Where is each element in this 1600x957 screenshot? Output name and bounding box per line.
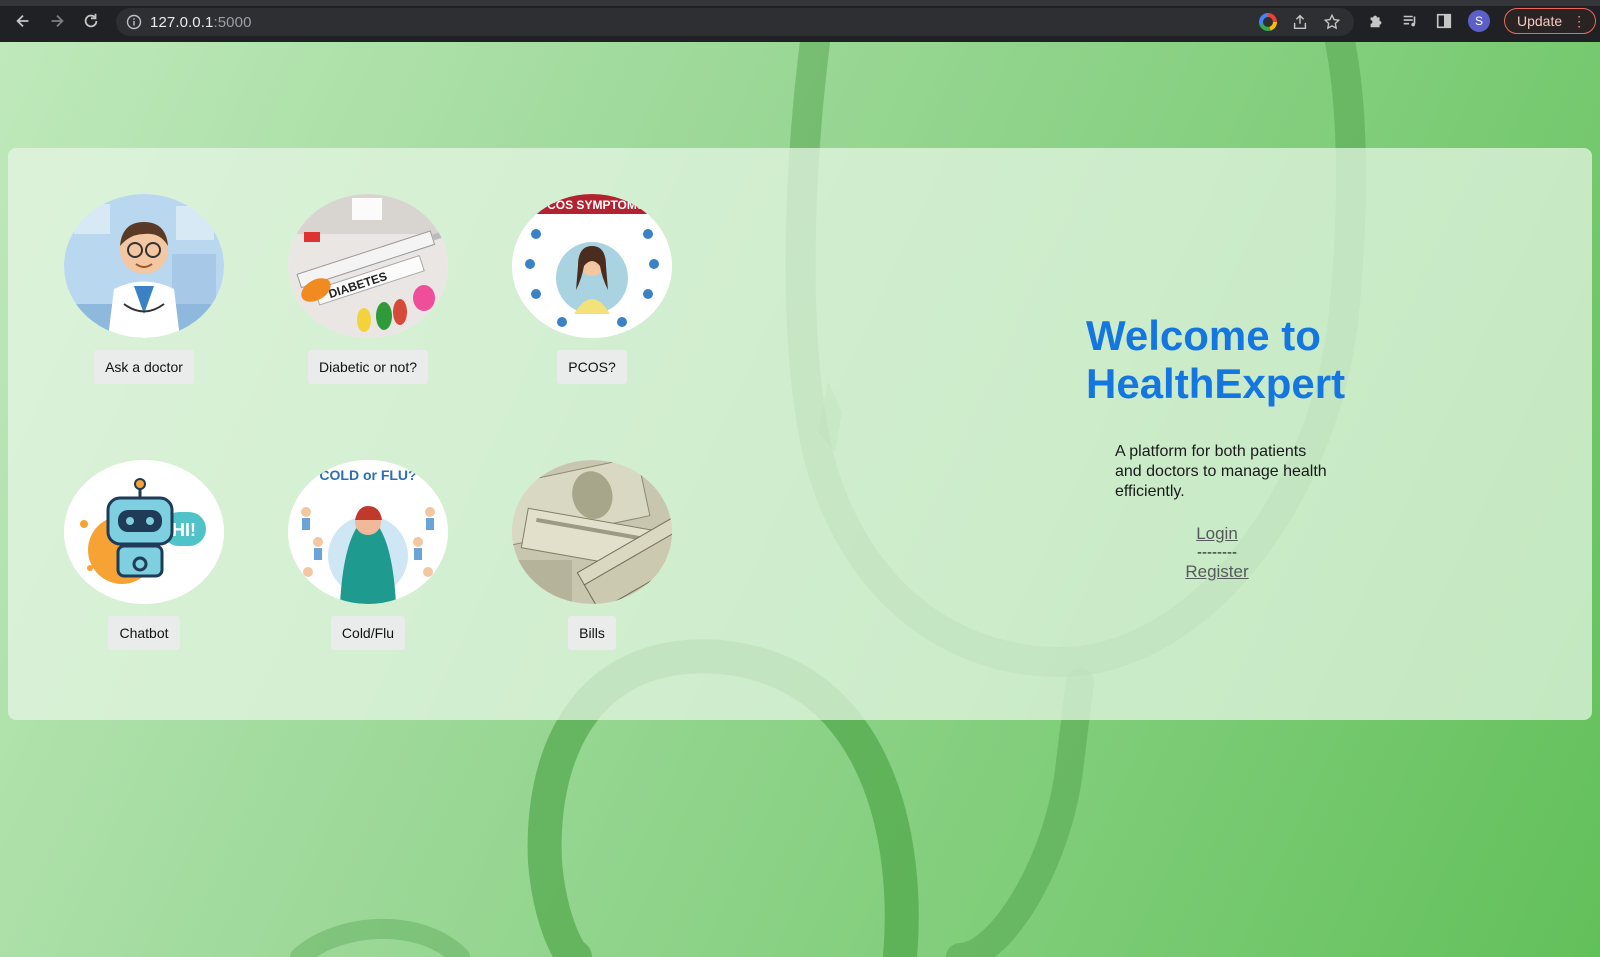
media-queue-icon[interactable] [1400, 11, 1420, 31]
register-link[interactable]: Register [1086, 562, 1348, 582]
svg-text:COLD or FLU?: COLD or FLU? [319, 467, 416, 483]
auth-links: Login -------- Register [1086, 524, 1348, 582]
svg-text:PCOS SYMPTOMS: PCOS SYMPTOMS [539, 198, 645, 212]
google-lens-icon[interactable] [1258, 12, 1278, 32]
tile-ask-a-doctor[interactable]: Ask a doctor [54, 194, 234, 384]
tile-chatbot[interactable]: HI! Chatbot [54, 460, 234, 650]
login-link[interactable]: Login [1086, 524, 1348, 544]
reload-icon[interactable] [74, 4, 108, 38]
update-button[interactable]: Update ⋮ [1504, 8, 1597, 34]
url-text: 127.0.0.1:5000 [150, 13, 252, 31]
tile-label[interactable]: Ask a doctor [94, 350, 194, 384]
bookmark-star-icon[interactable] [1322, 12, 1342, 32]
tile-diabetic-or-not[interactable]: DIABETES Diabetic or not? [278, 194, 458, 384]
update-label: Update [1517, 13, 1563, 29]
extensions-puzzle-icon[interactable] [1366, 11, 1386, 31]
browser-toolbar: 127.0.0.1:5000 S Update ⋮ [0, 0, 1600, 42]
more-vert-icon[interactable]: ⋮ [1572, 13, 1586, 30]
site-info-icon[interactable] [126, 14, 142, 30]
welcome-title: Welcome to HealthExpert [1086, 312, 1346, 407]
tile-label[interactable]: PCOS? [557, 350, 627, 384]
svg-text:HI!: HI! [172, 520, 196, 540]
welcome-section: Welcome to HealthExpert A platform for b… [1086, 312, 1506, 582]
robot-chatbot-illustration-icon[interactable]: HI! [64, 460, 224, 604]
tile-pcos[interactable]: PCOS SYMPTOMS PCOS? [502, 194, 682, 384]
profile-avatar[interactable]: S [1468, 10, 1490, 32]
side-panel-icon[interactable] [1434, 11, 1454, 31]
tile-label[interactable]: Diabetic or not? [307, 350, 429, 384]
link-separator: -------- [1197, 544, 1237, 561]
tile-cold-flu[interactable]: COLD or FLU? Cold/Flu [278, 460, 458, 650]
share-icon[interactable] [1290, 12, 1310, 32]
page-viewport: Ask a doctor DIABETES Diabetic or not? P… [0, 42, 1600, 957]
tile-label[interactable]: Cold/Flu [330, 616, 406, 650]
back-icon[interactable] [6, 4, 40, 38]
tab-strip [0, 0, 1600, 6]
tile-label[interactable]: Chatbot [108, 616, 180, 650]
welcome-description: A platform for both patients and doctors… [1115, 443, 1327, 500]
forward-icon[interactable] [40, 4, 74, 38]
services-panel: Ask a doctor DIABETES Diabetic or not? P… [8, 148, 1592, 720]
pcos-symptoms-infographic-icon[interactable]: PCOS SYMPTOMS [512, 194, 672, 338]
diabetes-syringe-photo-icon[interactable]: DIABETES [288, 194, 448, 338]
address-bar[interactable]: 127.0.0.1:5000 [116, 8, 1354, 36]
doctor-illustration-icon[interactable] [64, 194, 224, 338]
tile-bills[interactable]: Bills [502, 460, 682, 650]
tile-label[interactable]: Bills [568, 616, 616, 650]
dollar-bills-photo-icon[interactable] [512, 460, 672, 604]
cold-flu-illustration-icon[interactable]: COLD or FLU? [288, 460, 448, 604]
